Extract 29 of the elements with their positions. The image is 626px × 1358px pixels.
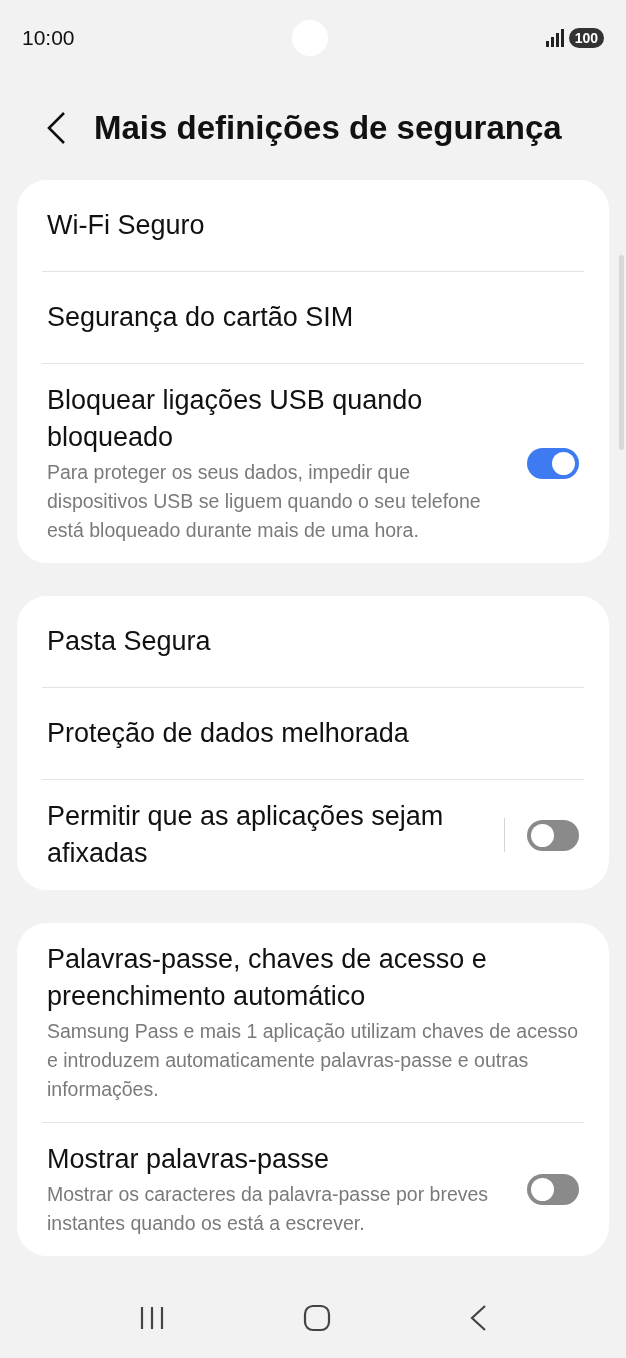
- settings-item[interactable]: Bloquear ligações USB quando bloqueado Para proteger os seus dados, impedir que dispositivos USB se liguem quando o seu telefone está bloqueado durante mais de uma hora.: [42, 364, 584, 563]
- recent-apps-icon[interactable]: [139, 1306, 165, 1330]
- settings-item[interactable]: Pasta Segura: [42, 596, 584, 687]
- settings-item[interactable]: Wi-Fi Seguro: [42, 180, 584, 271]
- item-title: Proteção de dados melhorada: [47, 717, 410, 750]
- toggle-switch[interactable]: [527, 448, 579, 479]
- item-title: Segurança do cartão SIM: [47, 301, 355, 334]
- item-description: Samsung Pass e mais 1 aplicação utilizam chaves de acesso e introduzem automaticamente palavras-passe e outras informações.: [47, 1019, 579, 1102]
- item-title: Mostrar palavras-passe: [47, 1143, 331, 1176]
- item-title: Pasta Segura: [47, 625, 212, 658]
- settings-item[interactable]: Mostrar palavras-passe Mostrar os caracteres da palavra-passe por breves instantes quando os está a escrever.: [42, 1123, 584, 1256]
- toggle-switch[interactable]: [527, 1174, 579, 1205]
- item-title: Wi-Fi Seguro: [47, 209, 206, 242]
- settings-item[interactable]: Permitir que as aplicações sejam afixadas: [42, 780, 584, 890]
- settings-item[interactable]: Proteção de dados melhorada: [42, 688, 584, 779]
- settings-item[interactable]: Palavras-passe, chaves de acesso e preenchimento automático Samsung Pass e mais 1 aplicação utilizam chaves de acesso e introduzem automaticamente palavras-passe e outras informações.: [42, 923, 584, 1122]
- battery-level: 100: [568, 28, 604, 48]
- back-icon[interactable]: [469, 1304, 487, 1332]
- signal-icon: [544, 29, 565, 47]
- settings-item[interactable]: Segurança do cartão SIM: [42, 272, 584, 363]
- status-time: 10:00: [22, 25, 75, 52]
- page-title: Mais definições de segurança: [94, 108, 562, 149]
- home-icon[interactable]: [303, 1304, 331, 1332]
- item-title: Palavras-passe, chaves de acesso e preenchimento automático: [47, 943, 488, 1013]
- item-title: Bloquear ligações USB quando bloqueado: [47, 384, 424, 454]
- item-description: Para proteger os seus dados, impedir que dispositivos USB se liguem quando o seu telefone está bloqueado durante mais de uma hora.: [47, 460, 482, 543]
- toggle-switch[interactable]: [527, 819, 579, 851]
- item-title: Permitir que as aplicações sejam afixadas: [47, 800, 445, 870]
- item-description: Mostrar os caracteres da palavra-passe por breves instantes quando os está a escrever.: [47, 1182, 490, 1236]
